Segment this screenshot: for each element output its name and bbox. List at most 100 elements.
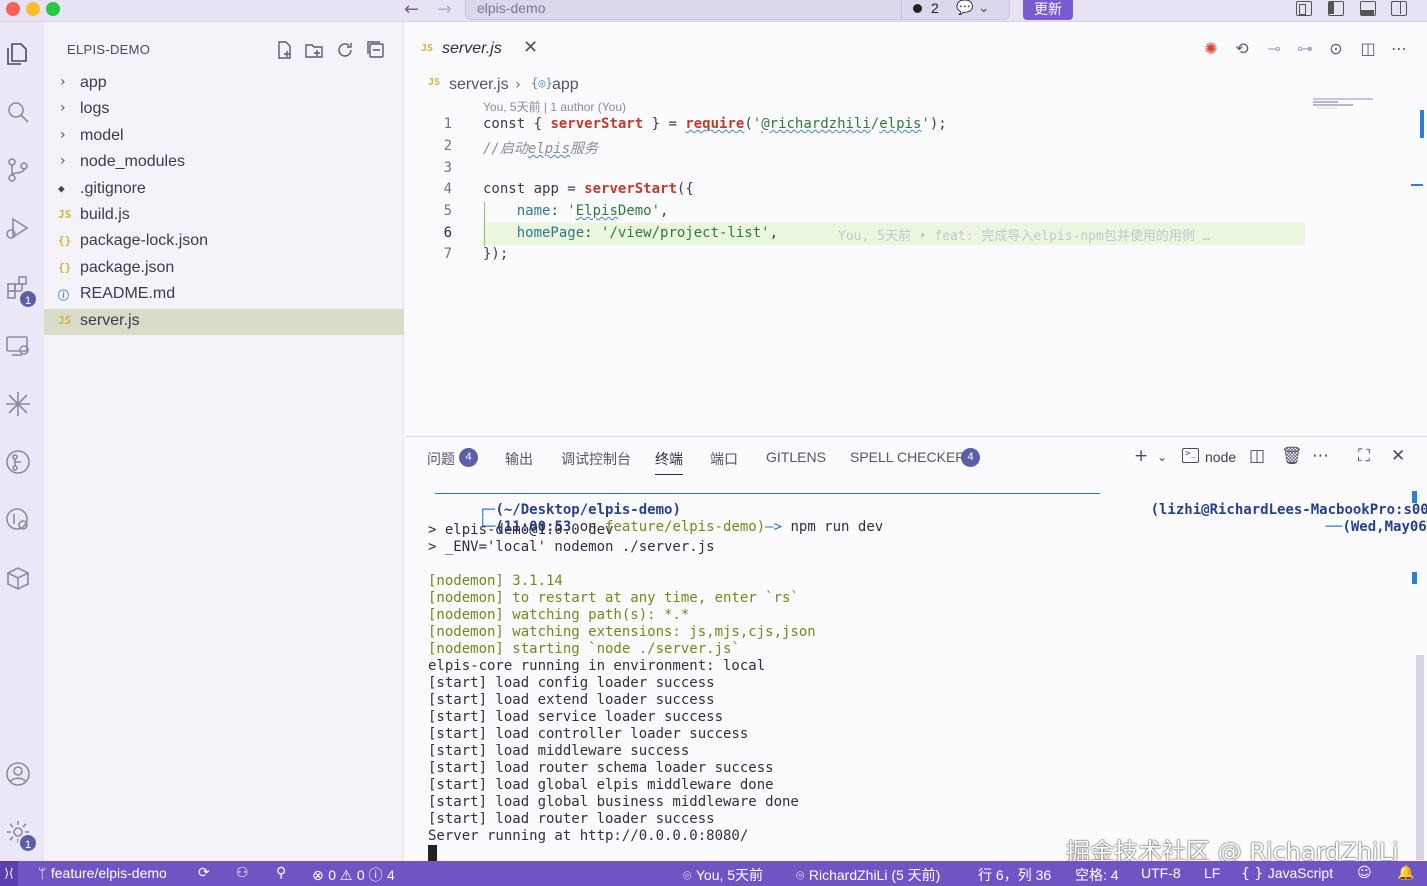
code-line[interactable]: 5 name: 'ElpisDemo', [405, 203, 1315, 225]
trash-icon[interactable]: 🗑 [1281, 446, 1303, 466]
remote-explorer-icon[interactable] [4, 332, 32, 360]
code-line[interactable]: 2 //启动elpis服务 [405, 138, 1315, 160]
open-changes-icon[interactable]: ⟲ [1233, 40, 1251, 58]
sparkle-icon[interactable] [4, 390, 32, 418]
chat-dropdown-icon[interactable]: 💬 ⌄ [956, 0, 990, 16]
toggle-primary-sidebar-icon[interactable] [1328, 1, 1344, 16]
forward-arrow-icon[interactable]: → [437, 0, 452, 20]
notifications-bell-icon[interactable]: 🔔 [1397, 865, 1414, 881]
new-terminal-icon[interactable]: + [1134, 446, 1148, 466]
gitlens-inspect-icon[interactable] [4, 506, 32, 534]
language-mode[interactable]: { } JavaScript [1241, 865, 1333, 882]
inline-blame[interactable]: You, 5天前 • feat: 完成导入elpis-npm包并使用的用例 … [838, 225, 1211, 244]
cursor-position[interactable]: 行 6，列 36 [978, 865, 1051, 885]
gitlens-commit-icon[interactable]: ⊙ [1327, 40, 1345, 58]
more-actions-icon[interactable]: ⋯ [1312, 446, 1329, 466]
close-icon[interactable]: ✕ [523, 37, 538, 58]
indentation[interactable]: 空格: 4 [1075, 865, 1119, 885]
tree-item[interactable]: ◆ .gitignore [44, 177, 404, 203]
breadcrumb: JS server.js › {◎} app [405, 74, 1427, 98]
tree-item[interactable]: › app [44, 71, 404, 97]
gitlens-icon[interactable] [4, 448, 32, 476]
package-icon[interactable] [4, 564, 32, 592]
explorer-icon[interactable] [4, 40, 32, 68]
terminal-scrollbar[interactable] [1416, 655, 1424, 860]
refresh-icon[interactable] [335, 40, 355, 60]
toggle-panel-icon[interactable] [1360, 1, 1376, 16]
chevron-down-icon[interactable]: ⌄ [1157, 450, 1167, 464]
tab-terminal[interactable]: 终端 [655, 449, 683, 469]
tab-problems[interactable]: 问题 [427, 449, 455, 469]
breadcrumb-symbol[interactable]: app [552, 76, 579, 94]
toggle-secondary-sidebar-icon[interactable] [1391, 1, 1407, 16]
settings-gear-icon[interactable]: 1 [4, 818, 38, 853]
remote-indicator-icon[interactable]: ⟩⟨ [0, 861, 18, 886]
code-line[interactable]: 4 const app = serverStart({ [405, 181, 1315, 203]
extensions-icon[interactable]: 1 [4, 274, 38, 309]
command-center-divider [901, 0, 902, 20]
window-minimize-button[interactable] [26, 2, 40, 16]
tab-debug-console[interactable]: 调试控制台 [561, 449, 631, 469]
new-file-icon[interactable] [274, 40, 294, 60]
tab-spell-checker[interactable]: SPELL CHECKER [850, 449, 965, 465]
code-line[interactable]: 7 }); [405, 246, 1315, 268]
maximize-panel-icon[interactable]: ⛶ [1358, 446, 1370, 466]
tree-item[interactable]: ⓘ README.md [44, 282, 404, 308]
code-text: name: 'ElpisDemo', [516, 203, 669, 219]
previous-revision-icon[interactable]: ⊸ [1265, 40, 1283, 58]
sync-icon[interactable]: ⟳ [198, 865, 210, 881]
live-share-icon[interactable]: ⚲ [276, 865, 286, 881]
update-button[interactable]: 更新 [1023, 0, 1073, 20]
customize-layout-icon[interactable] [1296, 1, 1312, 16]
search-icon[interactable] [4, 98, 32, 126]
more-actions-icon[interactable]: ⋯ [1390, 40, 1408, 58]
blame-status[interactable]: ⌾ You, 5天前 [683, 865, 763, 885]
author-status[interactable]: ⌾ RichardZhiLi (5 天前) [796, 865, 940, 885]
terminal-output[interactable]: ┌─(~/Desktop/elpis-demo) (lizhi@RichardL… [428, 485, 1427, 862]
unsaved-count: 2 [931, 0, 939, 16]
gitlens-graph-icon[interactable]: ⚇ [236, 865, 249, 881]
tree-item[interactable]: › logs [44, 97, 404, 123]
next-revision-icon[interactable]: ⊶ [1296, 40, 1314, 58]
run-debug-icon[interactable] [4, 214, 32, 242]
terminal-line: [start] load router schema loader succes… [428, 760, 774, 776]
copilot-icon[interactable]: ☺ [1357, 865, 1372, 881]
branch-status[interactable]: ᛘ feature/elpis-demo [38, 865, 167, 882]
author-text: RichardZhiLi (5 天前) [808, 867, 941, 883]
code-line[interactable]: 1 const { serverStart } = require('@rich… [405, 116, 1315, 138]
breadcrumb-file[interactable]: server.js [449, 76, 509, 94]
code-line[interactable]: 3 [405, 160, 1315, 182]
chevron-right-icon: › [60, 100, 66, 117]
minimap[interactable] [1313, 98, 1409, 109]
language-name: JavaScript [1267, 865, 1334, 881]
tree-item[interactable]: {} package-lock.json [44, 229, 404, 255]
split-terminal-icon[interactable]: ◫ [1249, 446, 1265, 466]
split-editor-icon[interactable]: ◫ [1359, 40, 1377, 58]
tab-gitlens[interactable]: GITLENS [766, 449, 826, 465]
tree-item[interactable]: JS build.js [44, 203, 404, 229]
encoding[interactable]: UTF-8 [1141, 865, 1181, 881]
tab-output[interactable]: 输出 [505, 449, 533, 469]
tab-server-js[interactable]: JS server.js ✕ [405, 22, 551, 74]
tree-item[interactable]: › model [44, 124, 404, 150]
tree-item[interactable]: JS server.js [44, 308, 404, 335]
window-maximize-button[interactable] [46, 2, 60, 16]
window-close-button[interactable] [6, 2, 20, 16]
accounts-icon[interactable] [4, 760, 32, 788]
new-folder-icon[interactable] [304, 40, 324, 60]
command-center-search[interactable]: elpis-demo 2 💬 ⌄ [465, 0, 1010, 20]
tree-item[interactable]: {} package.json [44, 256, 404, 282]
terminal-name[interactable]: node [1205, 449, 1236, 465]
end-of-line[interactable]: LF [1204, 865, 1220, 881]
tab-ports[interactable]: 端口 [710, 449, 738, 469]
source-control-icon[interactable] [4, 156, 32, 184]
problems-status[interactable]: ⊗ 0 ⚠ 0 ⓘ 4 [312, 865, 395, 885]
back-arrow-icon[interactable]: ← [404, 0, 419, 20]
error-icon: ⊗ [312, 868, 329, 884]
collapse-all-icon[interactable] [366, 40, 386, 60]
close-panel-icon[interactable]: ✕ [1391, 446, 1405, 466]
tree-item[interactable]: › node_modules [44, 150, 404, 176]
codelens-blame[interactable]: You, 5天前 | 1 author (You) [483, 98, 626, 115]
sparkle-icon[interactable]: ✺ [1202, 40, 1220, 58]
code-text: const app = serverStart({ [483, 181, 694, 197]
